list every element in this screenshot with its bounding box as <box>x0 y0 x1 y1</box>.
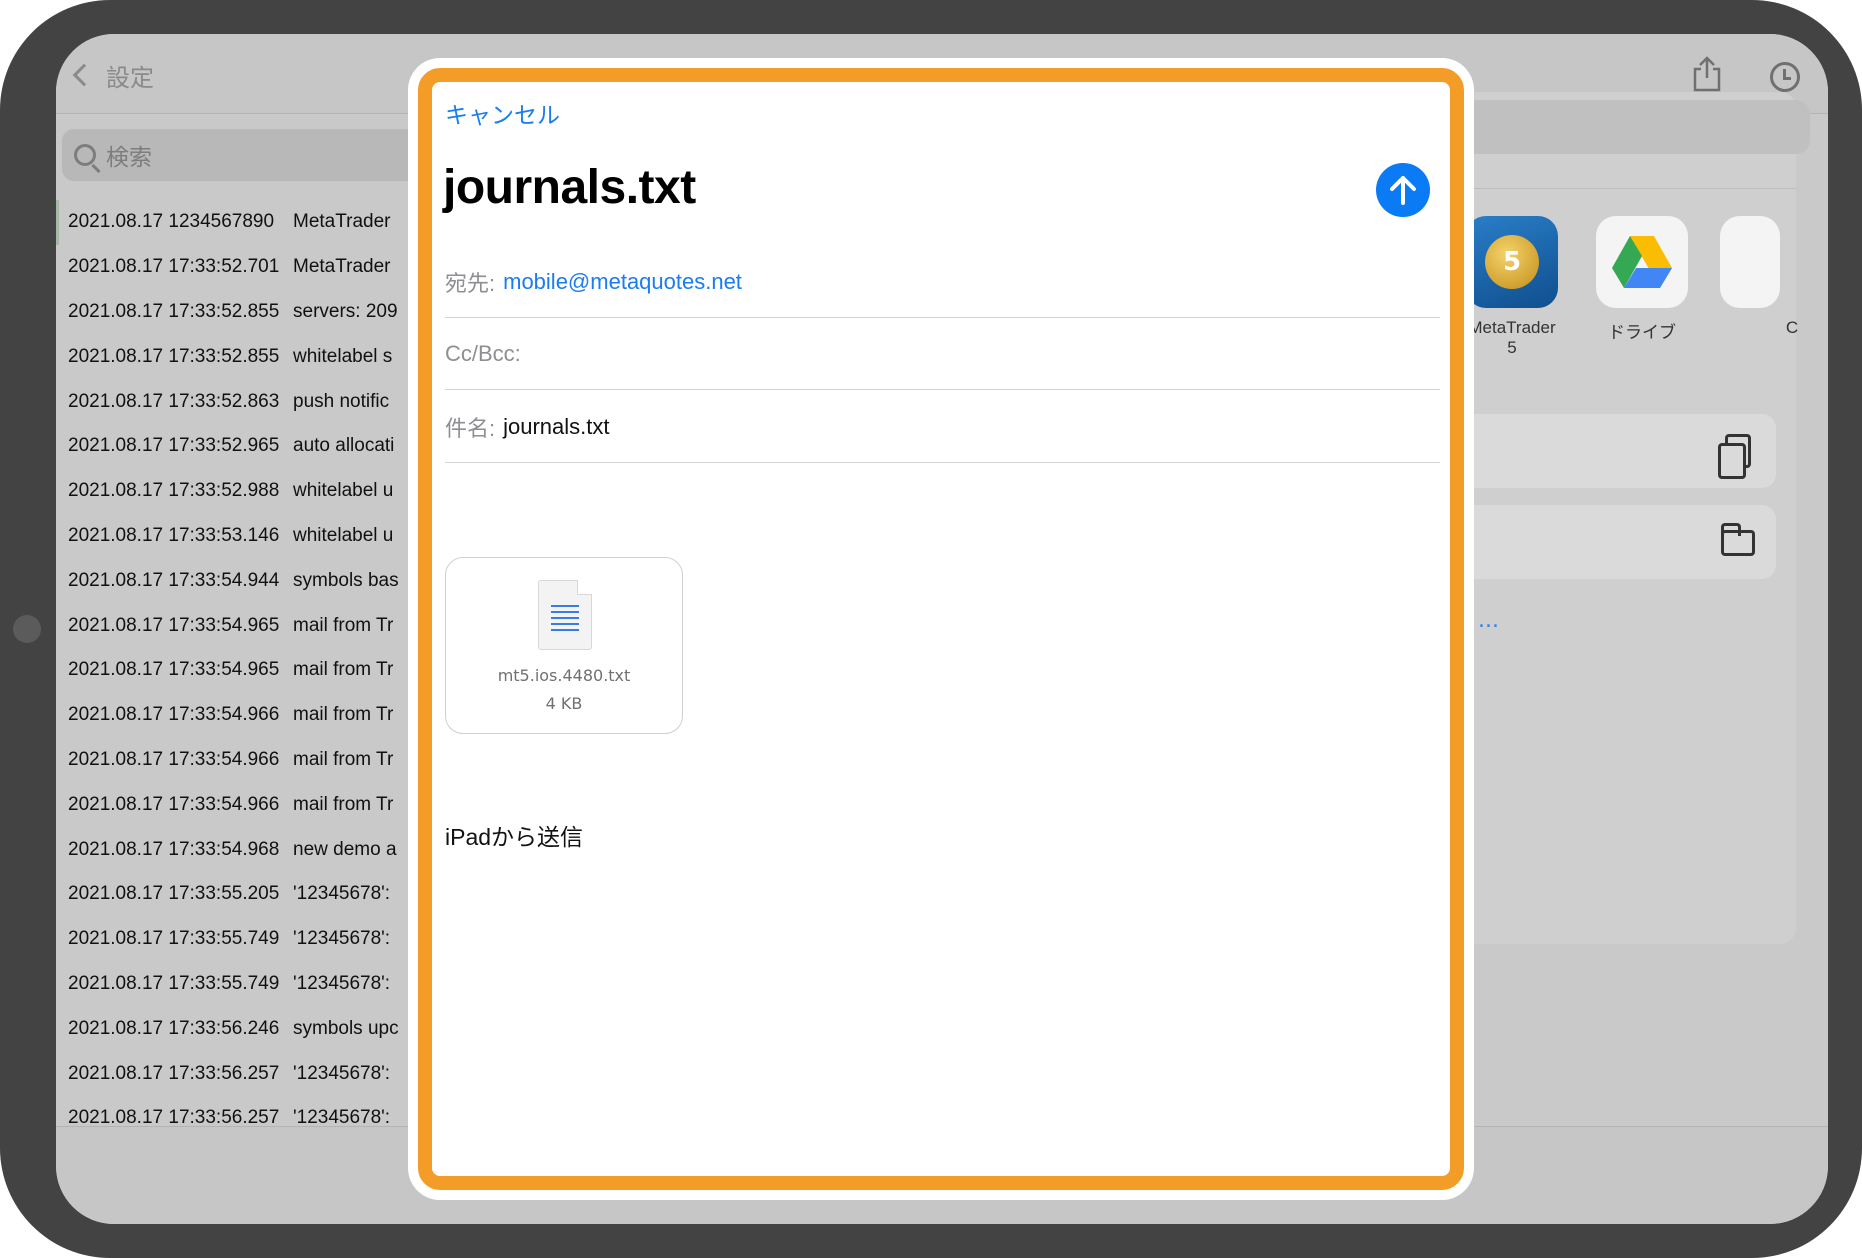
cc-bcc-field[interactable]: Cc/Bcc: <box>445 318 1440 390</box>
log-message: symbols bas <box>293 569 399 591</box>
text-document-icon <box>538 580 592 650</box>
metatrader5-app-icon[interactable]: 5 <box>1466 216 1558 308</box>
log-message: symbols upc <box>293 1017 399 1039</box>
metatrader5-app-label: MetaTrader 5 <box>1468 318 1556 357</box>
back-button-label: 設定 <box>106 63 154 92</box>
log-timestamp: 2021.08.17 17:33:54.968 <box>68 838 280 860</box>
copy-icon <box>1718 434 1751 479</box>
log-message: whitelabel u <box>293 480 394 502</box>
log-message: MetaTrader <box>293 256 391 278</box>
log-message: whitelabel u <box>293 524 394 546</box>
subject-value[interactable]: journals.txt <box>503 414 609 440</box>
log-message: mail from Tr <box>293 748 394 770</box>
log-timestamp: 2021.08.17 17:33:56.246 <box>68 1017 280 1039</box>
log-message: '12345678': <box>293 972 391 994</box>
subject-field[interactable]: 件名: journals.txt <box>445 391 1440 463</box>
log-message: mail from Tr <box>293 704 394 726</box>
log-timestamp: 2021.08.17 17:33:54.965 <box>68 659 280 681</box>
log-timestamp: 2021.08.17 17:33:54.944 <box>68 569 280 591</box>
google-drive-app-icon[interactable] <box>1596 216 1688 308</box>
log-timestamp: 2021.08.17 17:33:54.965 <box>68 614 280 636</box>
mail-title: journals.txt <box>443 161 696 214</box>
log-timestamp: 2021.08.17 17:33:52.988 <box>68 480 280 502</box>
subject-label: 件名: <box>445 415 496 441</box>
log-message: '12345678': <box>293 1062 391 1084</box>
log-timestamp: 2021.08.17 1234567890 <box>68 211 275 233</box>
log-timestamp: 2021.08.17 17:33:54.966 <box>68 793 280 815</box>
log-message: auto allocati <box>293 435 395 457</box>
log-message: mail from Tr <box>293 659 394 681</box>
log-message: servers: 209 <box>293 300 398 322</box>
attachment-card[interactable]: mt5.ios.4480.txt 4 KB <box>445 557 683 734</box>
log-message: mail from Tr <box>293 614 394 636</box>
share-sheet-divider <box>1420 188 1796 189</box>
log-timestamp: 2021.08.17 17:33:56.257 <box>68 1062 280 1084</box>
cc-bcc-label: Cc/Bcc: <box>445 340 521 366</box>
mail-signature[interactable]: iPadから送信 <box>445 818 583 852</box>
log-timestamp: 2021.08.17 17:33:53.146 <box>68 524 280 546</box>
attachment-file-name: mt5.ios.4480.txt <box>497 666 631 685</box>
google-drive-app-label: ドライブ <box>1608 323 1676 342</box>
back-button[interactable]: 設定 <box>68 56 154 94</box>
search-placeholder: 検索 <box>106 145 152 171</box>
search-icon <box>74 144 96 166</box>
attachment-file-size: 4 KB <box>545 694 583 713</box>
log-message: '12345678': <box>293 928 391 950</box>
log-message: push notific <box>293 390 390 412</box>
log-timestamp: 2021.08.17 17:33:55.749 <box>68 972 280 994</box>
camera-dot <box>13 615 41 643</box>
log-message: whitelabel s <box>293 345 393 367</box>
chevron-left-icon <box>72 63 96 87</box>
share-icon[interactable] <box>1692 56 1722 92</box>
log-message: new demo a <box>293 838 397 860</box>
chrome-app-label: C <box>1785 318 1799 337</box>
folder-icon <box>1721 523 1755 556</box>
send-button[interactable] <box>1376 163 1430 217</box>
arrow-up-icon <box>1390 176 1416 205</box>
log-timestamp: 2021.08.17 17:33:54.966 <box>68 748 280 770</box>
log-message: mail from Tr <box>293 793 394 815</box>
log-timestamp: 2021.08.17 17:33:52.863 <box>68 390 280 412</box>
log-message: '12345678': <box>293 883 391 905</box>
cancel-button[interactable]: キャンセル <box>445 96 560 130</box>
log-timestamp: 2021.08.17 17:33:52.965 <box>68 435 280 457</box>
log-timestamp: 2021.08.17 17:33:52.855 <box>68 300 280 322</box>
log-timestamp: 2021.08.17 17:33:55.205 <box>68 883 280 905</box>
to-recipient[interactable]: mobile@metaquotes.net <box>503 269 742 295</box>
to-label: 宛先: <box>445 270 496 296</box>
chrome-app-icon[interactable] <box>1720 216 1780 308</box>
to-field[interactable]: 宛先: mobile@metaquotes.net <box>445 246 1440 318</box>
log-timestamp: 2021.08.17 17:33:55.749 <box>68 928 280 950</box>
log-timestamp: 2021.08.17 17:33:52.855 <box>68 345 280 367</box>
log-message: MetaTrader <box>293 211 391 233</box>
log-timestamp: 2021.08.17 17:33:54.966 <box>68 704 280 726</box>
log-timestamp: 2021.08.17 17:33:52.701 <box>68 256 280 278</box>
search-field[interactable]: 検索 <box>62 129 462 181</box>
clock-icon[interactable] <box>1770 62 1800 92</box>
edit-actions-link[interactable]: ... <box>1478 608 1499 633</box>
metatrader5-logo: 5 <box>1485 235 1539 289</box>
